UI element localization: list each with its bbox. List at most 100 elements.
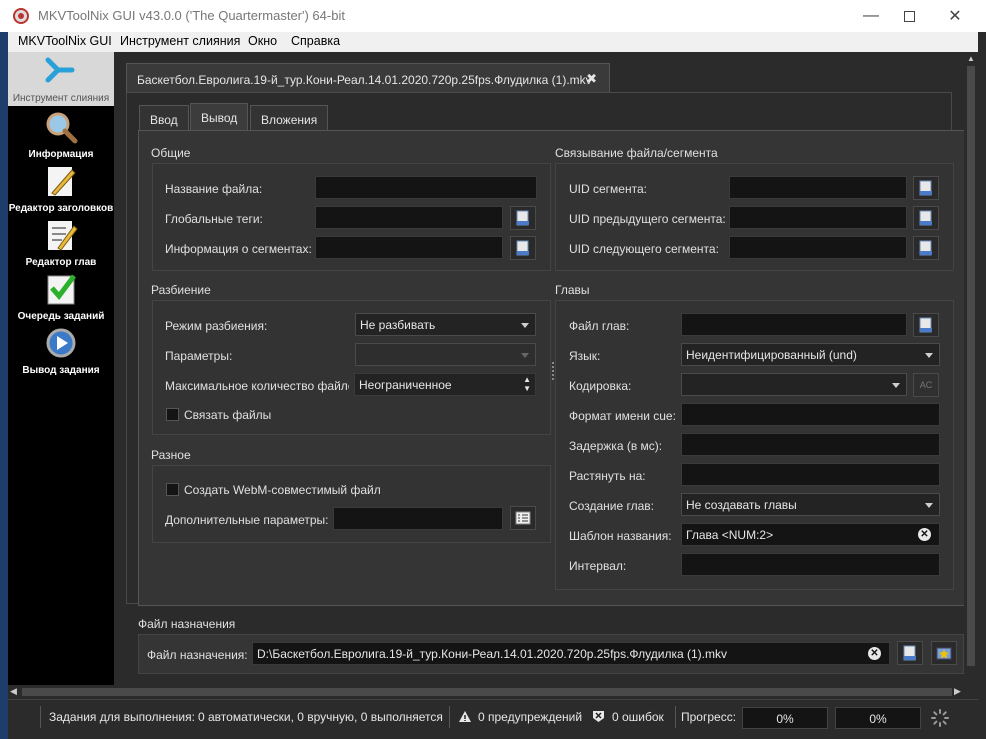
spin-up-icon[interactable]: ▲ (523, 375, 531, 384)
name-template-value: Глава <NUM:2> (686, 528, 774, 542)
chapter-generation-label: Создание глав: (569, 499, 654, 513)
chapter-file-input[interactable] (681, 313, 907, 336)
chapter-interval-input[interactable] (681, 553, 940, 576)
play-icon (46, 328, 76, 358)
segment-info-input[interactable] (315, 236, 503, 259)
segment-uid-browse-button[interactable] (913, 176, 939, 200)
spin-down-icon[interactable]: ▼ (523, 384, 531, 393)
destination-recent-button[interactable] (931, 641, 957, 665)
scroll-right-icon[interactable]: ▶ (954, 686, 961, 697)
sidebar-item-label: Информация (28, 149, 94, 160)
next-uid-browse-button[interactable] (913, 236, 939, 260)
global-tags-input[interactable] (315, 206, 503, 229)
merge-icon (45, 57, 75, 83)
chapter-generation-select[interactable]: Не создавать главы (681, 493, 940, 516)
file-title-input[interactable] (315, 176, 537, 199)
close-button[interactable]: ✕ (932, 0, 978, 32)
misc-group-title: Разное (151, 448, 191, 462)
name-template-input[interactable]: Глава <NUM:2> ✕ (681, 523, 940, 546)
cue-format-label: Формат имени cue: (569, 409, 676, 423)
split-params-select[interactable] (355, 343, 536, 366)
chapter-language-value: Неидентифицированный (und) (686, 348, 857, 362)
chapter-charset-select[interactable] (681, 373, 907, 396)
menu-window[interactable]: Окно (248, 34, 277, 48)
extra-params-input[interactable] (333, 507, 503, 530)
misc-group (152, 465, 551, 543)
edit-list-icon (515, 511, 531, 525)
extra-params-edit-button[interactable] (510, 506, 536, 530)
name-template-label: Шаблон названия: (569, 529, 672, 543)
file-title-label: Название файла: (165, 182, 263, 196)
maximize-button[interactable] (886, 0, 932, 32)
horizontal-scroll-thumb[interactable] (22, 688, 952, 696)
max-files-spinbox[interactable]: Неограниченное ▲ ▼ (354, 373, 536, 396)
scroll-left-icon[interactable]: ◀ (10, 686, 17, 697)
open-file-icon (919, 240, 932, 256)
segment-uid-input[interactable] (729, 176, 907, 199)
sidebar-item-chapter-editor[interactable]: Редактор глав (8, 216, 114, 270)
status-bar: Задания для выполнения: 0 автоматически,… (8, 699, 978, 732)
status-separator (675, 706, 676, 728)
sidebar-item-header-editor[interactable]: Редактор заголовков (8, 162, 114, 216)
file-tab-close-icon[interactable]: ✖ (586, 71, 597, 87)
scroll-up-icon[interactable]: ▲ (967, 54, 975, 63)
chevron-down-icon (892, 383, 900, 388)
next-uid-label: UID следующего сегмента: (569, 242, 719, 256)
chapter-generation-value: Не создавать главы (686, 498, 797, 512)
split-params-label: Параметры: (165, 349, 233, 363)
destination-input[interactable]: D:\Баскетбол.Евролига.19-й_тур.Кони-Реал… (252, 642, 890, 665)
errors-count[interactable]: 0 ошибок (612, 710, 664, 724)
clear-icon[interactable]: ✕ (868, 647, 881, 660)
destination-value: D:\Баскетбол.Евролига.19-й_тур.Кони-Реал… (257, 647, 727, 661)
sidebar-item-merge[interactable]: Инструмент слияния (8, 52, 114, 106)
chapter-edit-icon (48, 221, 78, 251)
status-separator (40, 706, 41, 728)
menu-help[interactable]: Справка (291, 34, 340, 48)
chapter-file-browse-button[interactable] (913, 313, 939, 337)
link-files-checkbox[interactable] (166, 408, 179, 421)
split-mode-select[interactable]: Не разбивать (355, 313, 536, 336)
global-tags-browse-button[interactable] (510, 206, 536, 230)
vertical-scroll-thumb[interactable] (967, 66, 975, 666)
chapter-file-label: Файл глав: (569, 319, 630, 333)
general-group-title: Общие (151, 146, 191, 160)
progress-label: Прогресс: (681, 710, 737, 724)
splitter-handle[interactable] (552, 362, 554, 380)
cue-format-input[interactable] (681, 403, 940, 426)
menu-mkvtoolnix[interactable]: MKVToolNix GUI (18, 34, 112, 48)
window-title: MKVToolNix GUI v43.0.0 ('The Quartermast… (38, 8, 345, 23)
sidebar-item-job-queue[interactable]: Очередь заданий (8, 270, 114, 324)
max-files-value: Неограниченное (359, 378, 452, 392)
open-file-icon (516, 240, 529, 256)
horizontal-scrollbar[interactable]: ◀ ▶ (8, 685, 978, 699)
destination-label: Файл назначения: (147, 648, 248, 662)
sidebar-item-label: Очередь заданий (17, 311, 105, 322)
chapter-language-select[interactable]: Неидентифицированный (und) (681, 343, 940, 366)
favorite-folder-icon (936, 647, 952, 660)
warnings-count[interactable]: 0 предупреждений (478, 710, 582, 724)
chapter-delay-input[interactable] (681, 433, 940, 456)
prev-uid-input[interactable] (729, 206, 907, 229)
chapter-stretch-label: Растянуть на: (569, 469, 646, 483)
chapter-stretch-input[interactable] (681, 463, 940, 486)
menu-merge[interactable]: Инструмент слияния (120, 34, 240, 48)
tab-output[interactable]: Вывод (190, 103, 249, 132)
charset-preview-button[interactable]: AC (913, 373, 939, 397)
tab-input[interactable]: Ввод (139, 105, 189, 131)
next-uid-input[interactable] (729, 236, 907, 259)
segment-info-label: Информация о сегментах: (165, 242, 312, 256)
segment-info-browse-button[interactable] (510, 236, 536, 260)
chapter-charset-label: Кодировка: (569, 379, 632, 393)
sidebar-item-info[interactable]: Информация (8, 108, 114, 162)
clear-icon[interactable]: ✕ (918, 528, 931, 541)
prev-uid-browse-button[interactable] (913, 206, 939, 230)
maximize-icon (903, 10, 915, 22)
webm-checkbox[interactable] (166, 483, 179, 496)
vertical-scrollbar[interactable]: ▲ (964, 52, 978, 685)
sidebar-item-job-output[interactable]: Вывод задания (8, 324, 114, 378)
magnifier-icon (46, 112, 78, 144)
destination-browse-button[interactable] (897, 641, 923, 665)
tab-attachments[interactable]: Вложения (250, 105, 329, 131)
file-tab[interactable]: Баскетбол.Евролига.19-й_тур.Кони-Реал.14… (126, 63, 610, 93)
error-icon (593, 711, 604, 722)
